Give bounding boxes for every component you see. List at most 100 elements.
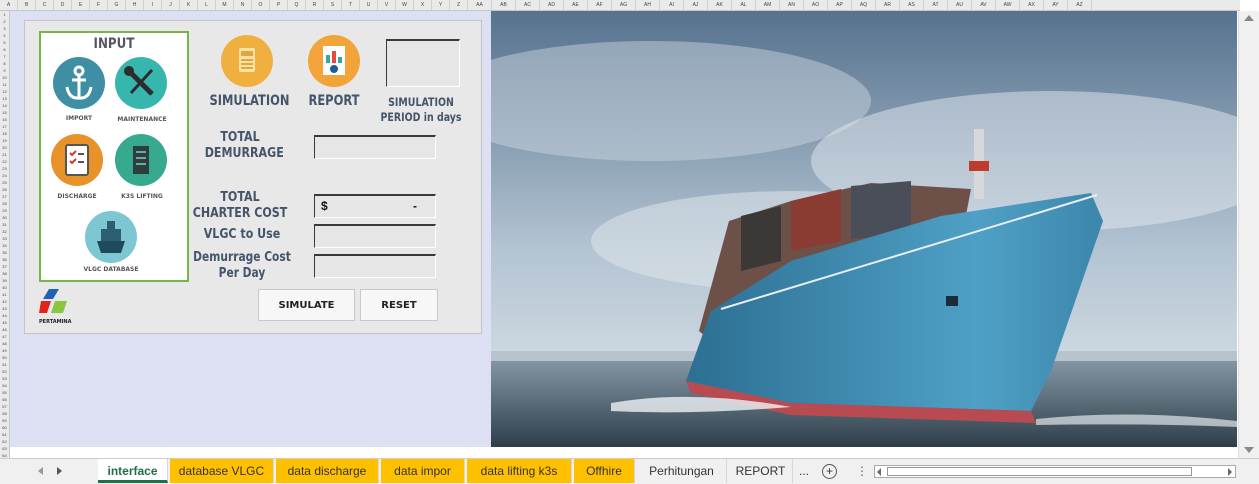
row-number[interactable]: 5	[0, 39, 9, 46]
row-number[interactable]: 62	[0, 438, 9, 445]
row-number[interactable]: 7	[0, 53, 9, 60]
tab-scroll-right-icon[interactable]	[57, 467, 62, 475]
column-header[interactable]: A B C D E F G H I J K L M N O P Q R S T U V W X Y Z AA AB AC AD AE AF AG…	[0, 0, 1240, 11]
row-number[interactable]: 25	[0, 179, 9, 186]
row-number[interactable]: 43	[0, 305, 9, 312]
simulation-label[interactable]: SIMULATION	[209, 93, 289, 109]
column-letter[interactable]: F	[90, 0, 108, 10]
row-number[interactable]: 63	[0, 445, 9, 452]
vertical-scrollbar[interactable]	[1238, 11, 1259, 458]
row-number[interactable]: 14	[0, 102, 9, 109]
column-letter[interactable]: N	[234, 0, 252, 10]
column-letter[interactable]: AO	[804, 0, 828, 10]
column-letter[interactable]: T	[342, 0, 360, 10]
row-number[interactable]: 19	[0, 137, 9, 144]
tab-report[interactable]: REPORT	[729, 459, 793, 483]
column-letter[interactable]: AD	[540, 0, 564, 10]
hscroll-right-arrow-icon[interactable]	[1228, 468, 1232, 476]
column-letter[interactable]: AG	[612, 0, 636, 10]
row-number[interactable]: 31	[0, 221, 9, 228]
column-letter[interactable]: AN	[780, 0, 804, 10]
tab-data-impor[interactable]: data impor	[381, 459, 465, 483]
row-number[interactable]: 35	[0, 249, 9, 256]
hscroll-left-arrow-icon[interactable]	[877, 468, 881, 476]
row-number[interactable]: 53	[0, 375, 9, 382]
row-number[interactable]: 3	[0, 25, 9, 32]
column-letter[interactable]: Z	[450, 0, 468, 10]
horizontal-scrollbar[interactable]	[874, 465, 1236, 478]
column-letter[interactable]: C	[36, 0, 54, 10]
column-letter[interactable]: AB	[492, 0, 516, 10]
column-letter[interactable]: J	[162, 0, 180, 10]
column-letter[interactable]: AZ	[1068, 0, 1092, 10]
column-letter[interactable]: AK	[708, 0, 732, 10]
scroll-up-arrow-icon[interactable]	[1244, 15, 1254, 21]
row-number[interactable]: 10	[0, 74, 9, 81]
row-number[interactable]: 42	[0, 298, 9, 305]
row-number[interactable]: 55	[0, 389, 9, 396]
ship-icon[interactable]	[85, 211, 137, 263]
row-number[interactable]: 4	[0, 32, 9, 39]
row-number[interactable]: 45	[0, 319, 9, 326]
row-header[interactable]: 1 2 3 4 5 6 7 8 9 10 11 12 13 14 15 16 17 18 19 20 21 22 23 24 2…	[0, 11, 10, 458]
column-letter[interactable]: W	[396, 0, 414, 10]
ship-photo[interactable]	[491, 11, 1237, 447]
column-letter[interactable]: AT	[924, 0, 948, 10]
row-number[interactable]: 17	[0, 123, 9, 130]
add-sheet-icon[interactable]: +	[822, 464, 837, 479]
row-number[interactable]: 2	[0, 18, 9, 25]
row-number[interactable]: 1	[0, 11, 9, 18]
row-number[interactable]: 33	[0, 235, 9, 242]
row-number[interactable]: 29	[0, 207, 9, 214]
row-number[interactable]: 11	[0, 81, 9, 88]
scroll-down-arrow-icon[interactable]	[1244, 447, 1254, 453]
column-letter[interactable]: AW	[996, 0, 1020, 10]
column-letter[interactable]: AP	[828, 0, 852, 10]
column-letter[interactable]: AI	[660, 0, 684, 10]
row-number[interactable]: 50	[0, 354, 9, 361]
column-letter[interactable]: U	[360, 0, 378, 10]
column-letter[interactable]: AL	[732, 0, 756, 10]
column-letter[interactable]: R	[306, 0, 324, 10]
column-letter[interactable]: AS	[900, 0, 924, 10]
column-letter[interactable]: Q	[288, 0, 306, 10]
row-number[interactable]: 18	[0, 130, 9, 137]
row-number[interactable]: 51	[0, 361, 9, 368]
column-letter[interactable]: AU	[948, 0, 972, 10]
row-number[interactable]: 41	[0, 291, 9, 298]
column-letter[interactable]: AY	[1044, 0, 1068, 10]
column-letter[interactable]: E	[72, 0, 90, 10]
row-number[interactable]: 58	[0, 410, 9, 417]
row-number[interactable]: 36	[0, 256, 9, 263]
tab-overflow[interactable]: ...	[799, 464, 809, 478]
row-number[interactable]: 8	[0, 60, 9, 67]
column-letter[interactable]: M	[216, 0, 234, 10]
column-letter[interactable]: I	[144, 0, 162, 10]
column-letter[interactable]: S	[324, 0, 342, 10]
tab-scroll-left-icon[interactable]	[38, 467, 43, 475]
row-number[interactable]: 39	[0, 277, 9, 284]
row-number[interactable]: 22	[0, 158, 9, 165]
row-number[interactable]: 6	[0, 46, 9, 53]
row-number[interactable]: 37	[0, 263, 9, 270]
column-letter[interactable]: O	[252, 0, 270, 10]
tab-database-vlgc[interactable]: database VLGC	[170, 459, 274, 483]
column-letter[interactable]: AJ	[684, 0, 708, 10]
row-number[interactable]: 28	[0, 200, 9, 207]
row-number[interactable]: 54	[0, 382, 9, 389]
row-number[interactable]: 32	[0, 228, 9, 235]
column-letter[interactable]: AM	[756, 0, 780, 10]
row-number[interactable]: 15	[0, 109, 9, 116]
column-letter[interactable]: H	[126, 0, 144, 10]
row-number[interactable]: 61	[0, 431, 9, 438]
row-number[interactable]: 49	[0, 347, 9, 354]
column-letter[interactable]: P	[270, 0, 288, 10]
row-number[interactable]: 26	[0, 186, 9, 193]
column-letter[interactable]: B	[18, 0, 36, 10]
row-number[interactable]: 20	[0, 144, 9, 151]
server-stack-icon[interactable]	[115, 134, 167, 186]
row-number[interactable]: 38	[0, 270, 9, 277]
row-number[interactable]: 47	[0, 333, 9, 340]
column-letter[interactable]: AV	[972, 0, 996, 10]
row-number[interactable]: 40	[0, 284, 9, 291]
